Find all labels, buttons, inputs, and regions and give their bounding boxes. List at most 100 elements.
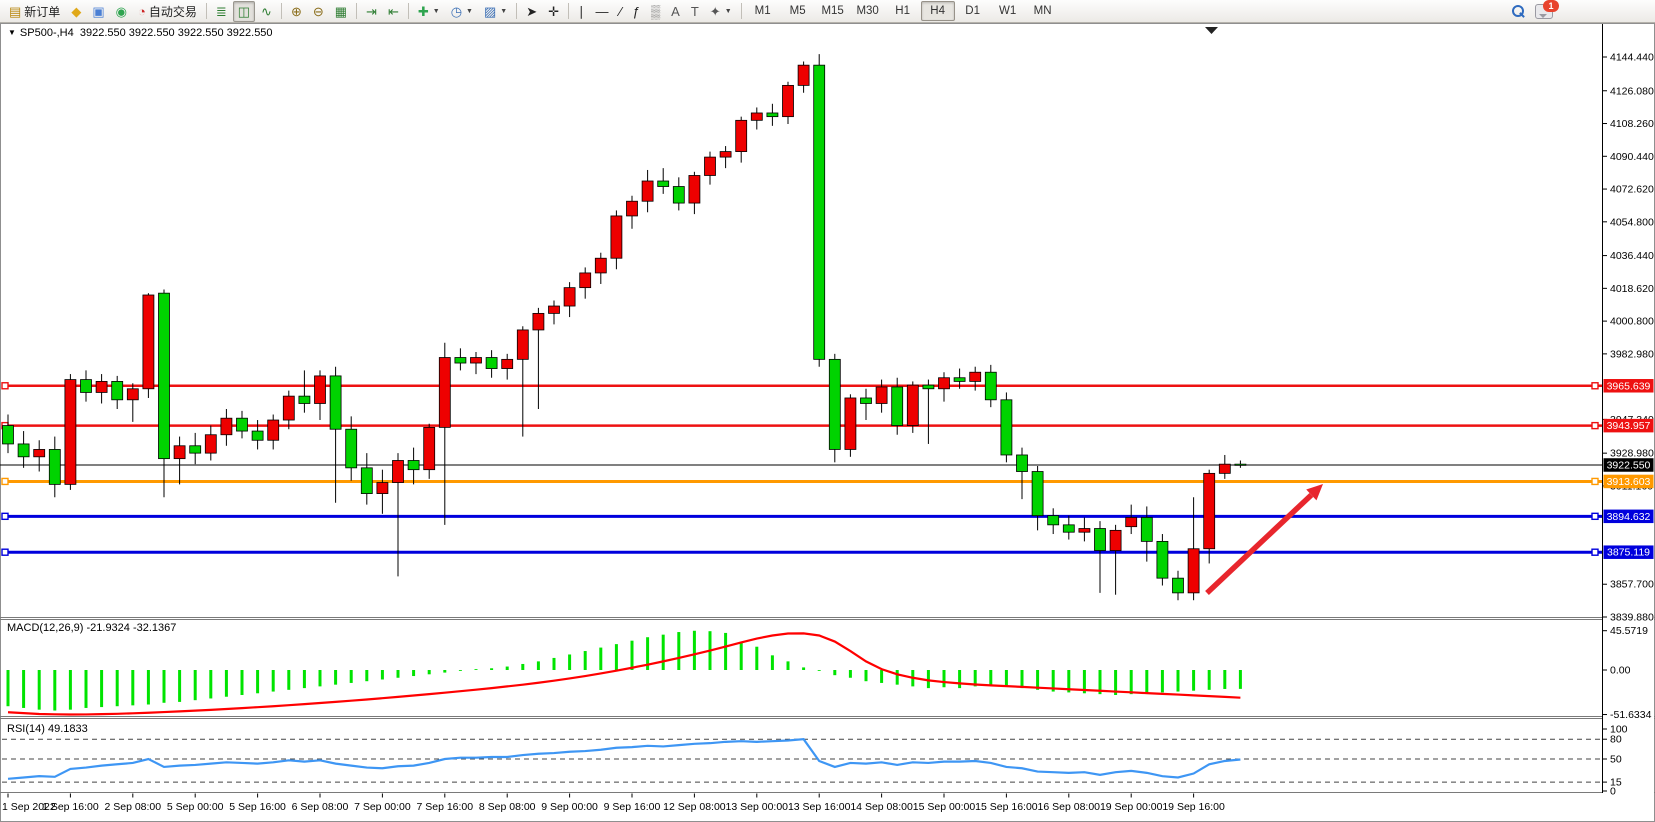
candle-body (1079, 529, 1090, 533)
text-button[interactable]: A (666, 1, 685, 22)
zoom-in-button[interactable]: ⊕ (286, 1, 307, 22)
line-right-handle (1592, 549, 1598, 555)
candle-body (1204, 473, 1215, 548)
line-right-handle (1592, 423, 1598, 429)
candle-body (268, 420, 279, 440)
autotrading-label: 自动交易 (149, 3, 197, 20)
cursor-button[interactable]: ➤ (521, 1, 542, 22)
line-right-handle (1592, 478, 1598, 484)
chart-symbol-period: SP500-,H4 (20, 27, 74, 39)
timeframe-h1-button[interactable]: H1 (886, 1, 920, 21)
candle-body (517, 330, 528, 359)
time-tick-label: 8 Sep 08:00 (479, 801, 536, 813)
candle-body (705, 157, 716, 175)
candle-body (205, 435, 216, 453)
price-line-label: 3913.603 (1607, 476, 1651, 488)
candle-body (814, 65, 825, 359)
toolbar-separator (408, 3, 409, 19)
timeframe-m5-button[interactable]: M5 (781, 1, 815, 21)
price-tick-label: 3857.700 (1610, 579, 1654, 591)
timeframe-d1-button[interactable]: D1 (956, 1, 990, 21)
rsi-scale-label: 0 (1610, 786, 1616, 798)
templates-button[interactable]: ▨▼ (479, 1, 512, 22)
notifications-icon[interactable]: 1 (1535, 4, 1553, 19)
time-tick-label: 13 Sep 00:00 (726, 801, 789, 813)
candle-body (985, 372, 996, 400)
fibonacci-button[interactable]: ▒ (646, 1, 665, 22)
signals-button[interactable]: ◉ (111, 1, 132, 22)
notification-badge: 1 (1543, 0, 1559, 12)
timeframe-h4-button[interactable]: H4 (921, 1, 955, 21)
time-tick-label: 19 Sep 16:00 (1162, 801, 1225, 813)
candle-body (923, 385, 934, 389)
time-tick-label: 13 Sep 16:00 (788, 801, 851, 813)
community-button[interactable]: ▣ (87, 1, 109, 22)
trendline-button[interactable]: ∕ (615, 1, 627, 22)
toolbar-separator (516, 3, 517, 19)
price-tick-label: 4144.440 (1610, 52, 1654, 64)
candle-body (252, 431, 263, 440)
new-order-button[interactable]: ▤新订单 (4, 1, 65, 22)
candle-body (65, 380, 76, 485)
rsi-scale-label: 80 (1610, 734, 1622, 746)
text-label-icon: T (691, 5, 699, 18)
candle-body (424, 427, 435, 469)
candle-body (283, 396, 294, 420)
chart-canvas[interactable]: 4144.4404126.0804108.2604090.4404072.620… (0, 0, 1655, 822)
candle-body (1173, 578, 1184, 593)
candle-body (861, 398, 872, 404)
price-tick-label: 4126.080 (1610, 85, 1654, 97)
timeframe-m30-button[interactable]: M30 (851, 1, 885, 21)
timeframe-m1-button[interactable]: M1 (746, 1, 780, 21)
autotrading-button[interactable]: ◔自动交易 (133, 1, 202, 22)
shapes-button[interactable]: ✦▼ (705, 1, 737, 22)
candle-body (767, 113, 778, 117)
zoom-out-button[interactable]: ⊖ (308, 1, 329, 22)
equidistant-channel-button[interactable]: ƒ (628, 1, 645, 22)
crosshair-button[interactable]: ✛ (543, 1, 564, 22)
candle-body (408, 460, 419, 469)
vertical-line-button[interactable]: ∣ (573, 1, 590, 22)
mt4-terminal: { "toolbar": { "buttons": [ {"id":"new-o… (0, 0, 1655, 822)
timeframe-mn-button[interactable]: MN (1026, 1, 1060, 21)
candle-chart-button[interactable]: ◫ (233, 1, 255, 22)
candle-body (346, 429, 357, 468)
candle-body (34, 449, 45, 456)
candle-body (798, 65, 809, 85)
tile-windows-button[interactable]: ▦ (330, 1, 352, 22)
time-tick-label: 12 Sep 08:00 (663, 801, 726, 813)
candle-body (393, 460, 404, 482)
indicators-button[interactable]: ✚▼ (413, 1, 445, 22)
candle-body (1001, 400, 1012, 455)
clock-icon: ◷ (451, 5, 462, 18)
line-chart-button[interactable]: ∿ (256, 1, 277, 22)
toolbar-separator (741, 3, 742, 19)
candle-body (18, 444, 29, 457)
dropdown-arrow-icon: ▼ (433, 8, 440, 15)
timeframe-w1-button[interactable]: W1 (991, 1, 1025, 21)
candle-body (892, 387, 903, 426)
toolbar-right: 1 (1511, 4, 1651, 19)
candle-body (49, 449, 60, 484)
chart-title: ▼SP500-,H4 3922.550 3922.550 3922.550 39… (8, 27, 273, 39)
hline-icon: — (596, 5, 609, 18)
candle-body (112, 381, 123, 399)
periods-button[interactable]: ◷▼ (446, 1, 478, 22)
mql5-button[interactable]: ◆ (66, 1, 86, 22)
chart-shift-button[interactable]: ⇤ (383, 1, 404, 22)
search-icon[interactable] (1511, 4, 1525, 18)
price-tick-label: 4000.800 (1610, 316, 1654, 328)
auto-scroll-button[interactable]: ⇥ (361, 1, 382, 22)
bar-chart-button[interactable]: ≣ (211, 1, 232, 22)
text-label-button[interactable]: T (686, 1, 704, 22)
candle-body (876, 387, 887, 404)
rsi-value: 49.1833 (48, 723, 88, 735)
price-scale: 4144.4404126.0804108.2604090.4404072.620… (1603, 24, 1655, 798)
candle-body (595, 258, 606, 273)
horizontal-line-button[interactable]: — (591, 1, 614, 22)
candle-body (1188, 549, 1199, 593)
timeframe-m15-button[interactable]: M15 (816, 1, 850, 21)
candle-body (127, 389, 138, 400)
price-line-label: 3965.639 (1607, 380, 1651, 392)
candle-body (237, 418, 248, 431)
